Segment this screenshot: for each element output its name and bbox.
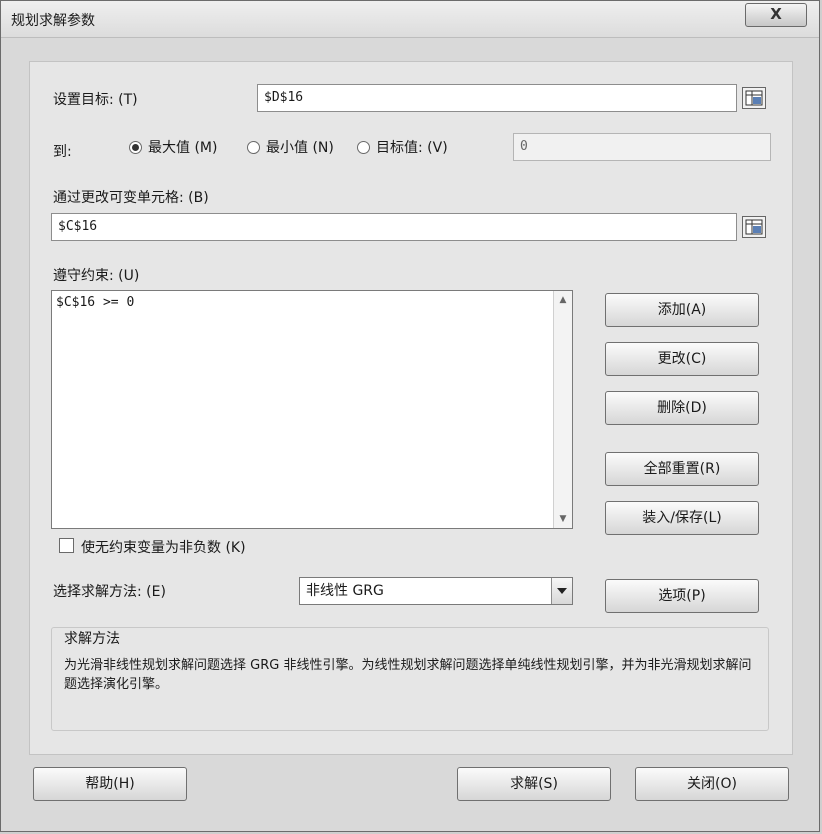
objective-ref-button[interactable] [742,87,766,109]
radio-min-dot[interactable] [247,140,260,154]
solving-method-value: 非线性 GRG [306,583,384,599]
non-negative-label: 使无约束变量为非负数 (K) [81,540,246,556]
solver-parameters-dialog: 规划求解参数 X 设置目标: (T) $D$16 到: 最大值 (M) 最小值 … [0,0,820,832]
window-title: 规划求解参数 [11,13,95,29]
load-save-button[interactable]: 装入/保存(L) [605,501,759,535]
solving-method-select[interactable]: 非线性 GRG [299,577,573,605]
radio-value-of[interactable]: 目标值: (V) [357,137,448,157]
reset-all-button[interactable]: 全部重置(R) [605,452,759,486]
help-button[interactable]: 帮助(H) [33,767,187,801]
delete-button[interactable]: 删除(D) [605,391,759,425]
radio-max-dot[interactable] [129,140,142,154]
radio-min-label: 最小值 (N) [266,140,334,156]
scroll-down-icon[interactable]: ▼ [554,510,572,528]
close-window-button[interactable]: X [745,3,807,27]
change-button[interactable]: 更改(C) [605,342,759,376]
radio-max-label: 最大值 (M) [148,140,218,156]
constraints-list[interactable]: $C$16 >= 0 ▲ ▼ [51,290,573,529]
radio-value-of-label: 目标值: (V) [376,140,448,156]
radio-value-of-dot[interactable] [357,140,370,154]
scroll-up-icon[interactable]: ▲ [554,291,572,309]
to-label: 到: [53,144,72,160]
solve-button[interactable]: 求解(S) [457,767,611,801]
chevron-down-icon[interactable] [551,578,572,604]
radio-max[interactable]: 最大值 (M) [129,137,217,157]
radio-min[interactable]: 最小值 (N) [247,137,334,157]
solving-method-label: 选择求解方法: (E) [53,584,166,600]
add-button[interactable]: 添加(A) [605,293,759,327]
changing-cells-label: 通过更改可变单元格: (B) [53,190,209,206]
set-objective-label: 设置目标: (T) [53,92,138,108]
constraint-item[interactable]: $C$16 >= 0 [56,295,134,310]
objective-input[interactable]: $D$16 [257,84,737,112]
non-negative-checkbox[interactable] [59,538,74,553]
constraints-label: 遵守约束: (U) [53,268,140,284]
title-bar: 规划求解参数 X [1,1,819,38]
changing-cells-input[interactable]: $C$16 [51,213,737,241]
value-of-input[interactable]: 0 [513,133,771,161]
options-button[interactable]: 选项(P) [605,579,759,613]
changing-cells-ref-button[interactable] [742,216,766,238]
solving-method-description: 为光滑非线性规划求解问题选择 GRG 非线性引擎。为线性规划求解问题选择单纯线性… [64,658,752,692]
solving-method-group: 求解方法 为光滑非线性规划求解问题选择 GRG 非线性引擎。为线性规划求解问题选… [51,627,769,731]
constraints-scrollbar[interactable]: ▲ ▼ [553,291,572,528]
range-select-icon [745,219,763,235]
solving-method-group-title: 求解方法 [64,631,120,647]
close-button[interactable]: 关闭(O) [635,767,789,801]
range-select-icon [745,90,763,106]
